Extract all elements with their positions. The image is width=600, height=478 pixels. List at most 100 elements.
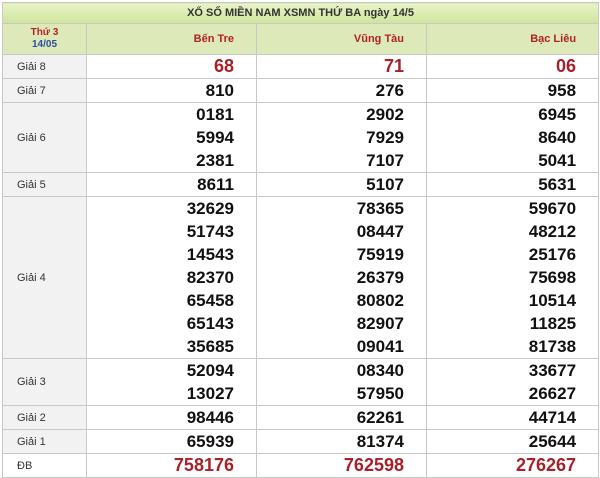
result-cell-vung-tau: 62261 xyxy=(256,405,427,430)
result-cell-ben-tre: 52094 13027 xyxy=(86,358,257,406)
result-number: 25644 xyxy=(528,432,577,451)
result-number: 78365 xyxy=(356,199,404,218)
result-cell-ben-tre: 758176 xyxy=(86,453,257,478)
result-cell-vung-tau: 71 xyxy=(256,54,427,79)
result-cell-ben-tre: 32629 51743 14543 82370 65458 65143 35685 xyxy=(86,196,257,359)
result-number: 65939 xyxy=(186,432,234,451)
prize-label: Giải 4 xyxy=(2,196,87,359)
lottery-result-table: XỔ SỐ MIỀN NAM XSMN THỨ BA ngày 14/5 Thứ… xyxy=(1,2,600,478)
province-bac-lieu[interactable]: Bạc Liêu xyxy=(425,23,600,55)
result-number: 33677 xyxy=(528,361,577,380)
result-number: 13027 xyxy=(186,384,234,403)
result-cell-vung-tau: 81374 xyxy=(256,429,427,454)
result-number: 08447 xyxy=(356,222,404,241)
prize-label: Giải 5 xyxy=(2,172,87,197)
result-number: 71 xyxy=(383,56,404,76)
draw-date-label: 14/05 xyxy=(31,39,58,50)
result-number: 14543 xyxy=(186,245,234,264)
lottery-result-page: XỔ SỐ MIỀN NAM XSMN THỨ BA ngày 14/5 Thứ… xyxy=(0,2,600,478)
weekday-label: Thứ 3 xyxy=(30,27,59,38)
result-number: 762598 xyxy=(343,455,404,475)
result-cell-bac-lieu: 25644 xyxy=(425,429,600,454)
result-number: 758176 xyxy=(173,455,234,475)
prize-rows: Giải 8 68 71 06 Giải 7 810 276 958 Giải 6 0181 599… xyxy=(2,54,600,478)
result-cell-vung-tau: 276 xyxy=(256,78,427,103)
result-cell-bac-lieu: 33677 26627 xyxy=(425,358,600,406)
result-cell-ben-tre: 810 xyxy=(86,78,257,103)
result-number: 8640 xyxy=(538,128,577,147)
result-cell-ben-tre: 8611 xyxy=(86,172,257,197)
prize-label: Giải 2 xyxy=(2,405,87,430)
result-number: 81738 xyxy=(528,337,577,356)
result-number: 958 xyxy=(547,81,577,100)
province-ben-tre[interactable]: Bến Tre xyxy=(86,23,257,55)
title-row: XỔ SỐ MIỀN NAM XSMN THỨ BA ngày 14/5 xyxy=(1,2,600,24)
prize-row: Giải 1 65939 81374 25644 xyxy=(2,429,600,454)
result-number: 59670 xyxy=(528,199,577,218)
result-cell-bac-lieu: 276267 xyxy=(425,453,600,478)
result-number: 08340 xyxy=(356,361,404,380)
result-cell-bac-lieu: 6945 8640 5041 xyxy=(425,102,600,173)
result-number: 51743 xyxy=(186,222,234,241)
result-cell-vung-tau: 2902 7929 7107 xyxy=(256,102,427,173)
draw-day-cell: Thứ 3 14/05 xyxy=(2,23,87,55)
header-row: Thứ 3 14/05 Bến Tre Vũng Tàu Bạc Liêu xyxy=(2,23,600,55)
result-number: 68 xyxy=(213,56,234,76)
result-number: 11825 xyxy=(529,314,577,333)
prize-row: Giải 2 98446 62261 44714 xyxy=(2,405,600,430)
result-number: 25176 xyxy=(528,245,577,264)
prize-row: ĐB 758176 762598 276267 xyxy=(2,453,600,478)
result-number: 10514 xyxy=(528,291,577,310)
prize-row: Giải 3 52094 13027 08340 57950 33677 26627 xyxy=(2,358,600,406)
result-cell-bac-lieu: 958 xyxy=(425,78,600,103)
result-number: 09041 xyxy=(356,337,404,356)
result-number: 65143 xyxy=(186,314,234,333)
table-title: XỔ SỐ MIỀN NAM XSMN THỨ BA ngày 14/5 xyxy=(1,2,600,24)
result-number: 5631 xyxy=(538,175,577,194)
result-number: 5107 xyxy=(366,175,404,194)
result-number: 0181 xyxy=(196,105,234,124)
result-number: 7107 xyxy=(366,151,404,170)
prize-label: Giải 1 xyxy=(2,429,87,454)
result-number: 26627 xyxy=(528,384,577,403)
result-number: 52094 xyxy=(186,361,234,380)
result-number: 80802 xyxy=(356,291,404,310)
province-vung-tau[interactable]: Vũng Tàu xyxy=(256,23,427,55)
result-number: 82907 xyxy=(356,314,404,333)
prize-label: Giải 6 xyxy=(2,102,87,173)
result-cell-ben-tre: 0181 5994 2381 xyxy=(86,102,257,173)
result-number: 5041 xyxy=(538,151,577,170)
result-cell-vung-tau: 78365 08447 75919 26379 80802 82907 09041 xyxy=(256,196,427,359)
prize-label: ĐB xyxy=(2,453,87,478)
prize-label: Giải 7 xyxy=(2,78,87,103)
result-number: 2902 xyxy=(366,105,404,124)
prize-row: Giải 8 68 71 06 xyxy=(2,54,600,79)
prize-label: Giải 3 xyxy=(2,358,87,406)
result-number: 81374 xyxy=(356,432,404,451)
prize-row: Giải 7 810 276 958 xyxy=(2,78,600,103)
result-number: 48212 xyxy=(528,222,577,241)
result-cell-vung-tau: 5107 xyxy=(256,172,427,197)
result-number: 6945 xyxy=(538,105,577,124)
result-number: 75919 xyxy=(356,245,404,264)
prize-row: Giải 5 8611 5107 5631 xyxy=(2,172,600,197)
result-number: 75698 xyxy=(528,268,577,287)
result-number: 44714 xyxy=(528,408,577,427)
result-number: 276 xyxy=(375,81,404,100)
result-cell-bac-lieu: 44714 xyxy=(425,405,600,430)
result-number: 62261 xyxy=(356,408,404,427)
result-number: 32629 xyxy=(186,199,234,218)
result-cell-vung-tau: 762598 xyxy=(256,453,427,478)
result-cell-vung-tau: 08340 57950 xyxy=(256,358,427,406)
result-number: 7929 xyxy=(366,128,404,147)
result-cell-bac-lieu: 59670 48212 25176 75698 10514 11825 81738 xyxy=(425,196,600,359)
result-number: 98446 xyxy=(186,408,234,427)
result-cell-bac-lieu: 5631 xyxy=(425,172,600,197)
result-number: 8611 xyxy=(197,175,234,194)
prize-label: Giải 8 xyxy=(2,54,87,79)
result-number: 82370 xyxy=(186,268,234,287)
result-number: 65458 xyxy=(186,291,234,310)
result-cell-ben-tre: 68 xyxy=(86,54,257,79)
result-number: 57950 xyxy=(356,384,404,403)
result-number: 5994 xyxy=(196,128,234,147)
